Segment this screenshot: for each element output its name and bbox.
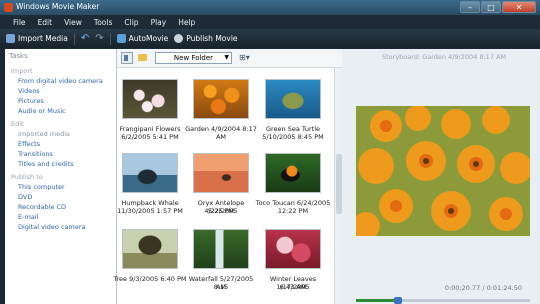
media-caption-date: 6/2/2005 5:41 PM (121, 133, 179, 141)
automovie-icon (116, 34, 126, 43)
folder-select-value: New Folder (173, 54, 214, 62)
import-media-label: Import Media (18, 34, 68, 43)
tasks-pane: Tasks Import From digital video camera V… (5, 49, 117, 304)
tasks-toggle-button[interactable] (121, 52, 133, 64)
close-button[interactable]: ✕ (502, 1, 536, 13)
menu-help[interactable]: Help (178, 18, 195, 27)
link-dvd[interactable]: DVD (18, 193, 116, 202)
import-icon (6, 34, 15, 43)
redo-icon[interactable]: ↷ (95, 33, 103, 44)
media-caption-name: Garden 4/9/2004 8:17 (185, 125, 257, 133)
media-thumbnail[interactable] (193, 229, 249, 269)
menu-bar: File Edit View Tools Clip Play Help (0, 15, 540, 29)
menu-edit[interactable]: Edit (38, 18, 53, 27)
link-pictures[interactable]: Pictures (18, 97, 116, 106)
group-edit-title: Edit (11, 120, 24, 128)
collection-pane: New Folder ▼ ⊞▾ Frangipani Flowers 6/2/2… (113, 49, 342, 304)
window-controls: – □ ✕ (460, 1, 536, 13)
publish-icon (174, 34, 184, 43)
window-title: Windows Movie Maker (16, 2, 100, 11)
media-caption-name: Tree 9/3/2005 6:40 PM (113, 275, 187, 283)
title-bar: Windows Movie Maker – □ ✕ (0, 0, 540, 15)
menu-play[interactable]: Play (151, 18, 167, 27)
playback-time: 0:00:20.77 / 0:01:24.50 (444, 284, 522, 292)
media-thumbnail[interactable] (265, 153, 321, 193)
menu-file[interactable]: File (13, 18, 26, 27)
group-import-title: Import (11, 67, 33, 75)
seek-progress (356, 299, 400, 302)
media-thumbnail[interactable] (193, 153, 249, 193)
media-caption-name: Toco Toucan 6/24/2005 (255, 199, 331, 207)
storyboard-title: Storyboard: Garden 4/9/2004 8:17 AM (382, 53, 507, 61)
media-caption-name: Humpback Whale (121, 199, 179, 207)
folder-icon[interactable] (138, 54, 147, 61)
publish-movie-label: Publish Movie (186, 34, 238, 43)
menu-clip[interactable]: Clip (124, 18, 138, 27)
link-titles-credits[interactable]: Titles and credits (18, 160, 116, 169)
link-this-computer[interactable]: This computer (18, 183, 116, 192)
media-caption-date: AM (215, 283, 227, 291)
chevron-down-icon: ▼ (224, 54, 229, 61)
app-icon (4, 3, 13, 12)
preview-pane: Storyboard: Garden 4/9/2004 8:17 AM 0:00… (342, 49, 540, 304)
media-caption-date: 5/10/2005 8:45 PM (262, 133, 324, 141)
collection-toolbar: New Folder ▼ ⊞▾ (117, 49, 342, 68)
link-effects[interactable]: Effects (18, 140, 116, 149)
media-caption-date: 6:43 AM (279, 283, 307, 291)
media-caption-date: AM (215, 133, 227, 141)
toolbar-separator (73, 32, 75, 45)
garden-flowers-image (356, 106, 530, 236)
media-caption-date: 11/30/2005 1:57 PM (117, 207, 183, 215)
media-caption-name: Frangipani Flowers (119, 125, 181, 133)
preview-monitor (356, 106, 530, 236)
folder-select[interactable]: New Folder ▼ (155, 52, 232, 64)
view-options-icon[interactable]: ⊞▾ (239, 53, 250, 62)
media-thumbnail[interactable] (265, 229, 321, 269)
toolbar: Import Media ↶ ↷ AutoMovie Publish Movie (0, 29, 540, 48)
media-thumbnail[interactable] (122, 229, 178, 269)
link-imported-media[interactable]: Imported media (18, 130, 116, 139)
import-media-button[interactable]: Import Media (6, 34, 68, 43)
minimize-button[interactable]: – (460, 1, 480, 13)
media-caption-date: 5:25 PM (207, 207, 235, 215)
link-transitions[interactable]: Transitions (18, 150, 116, 159)
link-audio-music[interactable]: Audio or Music (18, 107, 116, 116)
media-thumbnail[interactable] (193, 79, 249, 119)
maximize-button[interactable]: □ (481, 1, 501, 13)
automovie-label: AutoMovie (128, 34, 169, 43)
tasks-header: Tasks (9, 52, 28, 60)
menu-view[interactable]: View (64, 18, 82, 27)
seek-handle[interactable] (394, 297, 402, 304)
group-publish-title: Publish to (11, 173, 43, 181)
toolbar-separator (109, 32, 111, 45)
menu-tools[interactable]: Tools (94, 18, 112, 27)
link-email[interactable]: E-mail (18, 213, 116, 222)
link-from-camera[interactable]: From digital video camera (18, 77, 116, 86)
media-caption-name: Green Sea Turtle (265, 125, 321, 133)
publish-movie-button[interactable]: Publish Movie (174, 34, 238, 43)
link-videos[interactable]: Videos (18, 87, 116, 96)
media-caption-date: 12:22 PM (277, 207, 309, 215)
media-thumbnail[interactable] (122, 153, 178, 193)
media-thumbnail[interactable] (122, 79, 178, 119)
undo-icon[interactable]: ↶ (81, 33, 89, 44)
automovie-button[interactable]: AutoMovie (116, 34, 169, 43)
link-recordable-cd[interactable]: Recordable CD (18, 203, 116, 212)
media-thumbnail[interactable] (265, 79, 321, 119)
seek-bar[interactable] (356, 297, 530, 304)
link-dv-camera[interactable]: Digital video camera (18, 223, 116, 232)
